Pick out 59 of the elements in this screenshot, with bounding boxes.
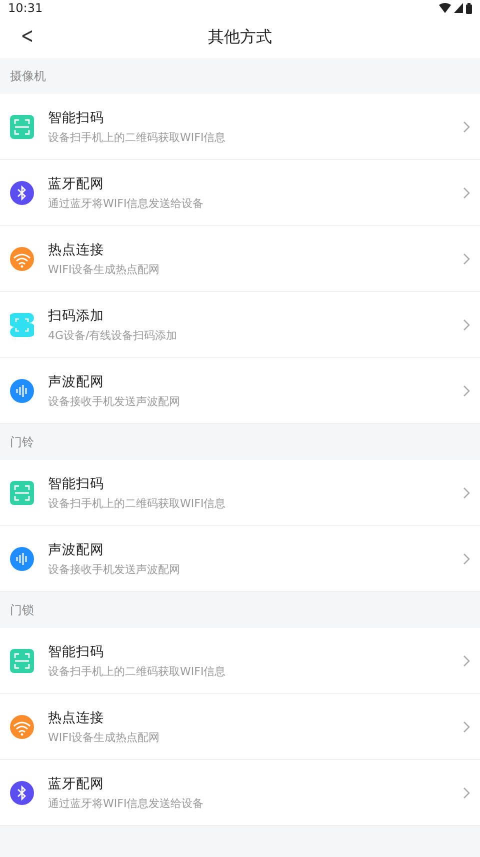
- back-button[interactable]: <: [16, 24, 38, 49]
- wifi-icon: [10, 246, 34, 270]
- method-description: 设备扫手机上的二维码获取WIFI信息: [48, 496, 226, 510]
- section-title: 门铃: [10, 434, 34, 450]
- chevron-right-icon: [463, 120, 470, 132]
- method-description: 设备接收手机发送声波配网: [48, 562, 180, 576]
- status-time: 10:31: [8, 1, 43, 15]
- method-description: 4G设备/有线设备扫码添加: [48, 328, 178, 342]
- method-title: 智能扫码: [48, 642, 104, 660]
- method-description: 通过蓝牙将WIFI信息发送给设备: [48, 796, 204, 810]
- page-title: 其他方式: [208, 26, 272, 48]
- sound-wave-icon: [10, 546, 34, 570]
- chevron-right-icon: [463, 384, 470, 396]
- method-title: 扫码添加: [48, 306, 104, 324]
- battery-icon: [466, 2, 472, 14]
- scan-icon: [10, 114, 34, 138]
- method-description: 设备扫手机上的二维码获取WIFI信息: [48, 130, 226, 144]
- method-description: WIFI设备生成热点配网: [48, 262, 160, 276]
- method-item[interactable]: 声波配网 设备接收手机发送声波配网: [0, 358, 480, 424]
- wifi-icon: [439, 3, 451, 13]
- sound-wave-icon: [10, 378, 34, 402]
- method-item[interactable]: 蓝牙配网 通过蓝牙将WIFI信息发送给设备: [0, 160, 480, 226]
- method-item[interactable]: 智能扫码 设备扫手机上的二维码获取WIFI信息: [0, 628, 480, 694]
- chevron-right-icon: [463, 252, 470, 264]
- chevron-right-icon: [463, 720, 470, 732]
- bluetooth-icon: [10, 180, 34, 204]
- chevron-right-icon: [463, 486, 470, 498]
- method-description: 通过蓝牙将WIFI信息发送给设备: [48, 196, 204, 210]
- method-title: 热点连接: [48, 708, 104, 726]
- chevron-right-icon: [463, 786, 470, 798]
- method-item[interactable]: 热点连接 WIFI设备生成热点配网: [0, 694, 480, 760]
- method-title: 声波配网: [48, 540, 104, 558]
- method-item[interactable]: 扫码添加 4G设备/有线设备扫码添加: [0, 292, 480, 358]
- method-title: 智能扫码: [48, 108, 104, 126]
- signal-icon: [454, 3, 463, 13]
- method-title: 声波配网: [48, 372, 104, 390]
- method-description: WIFI设备生成热点配网: [48, 730, 160, 744]
- method-item[interactable]: 智能扫码 设备扫手机上的二维码获取WIFI信息: [0, 460, 480, 526]
- scan-icon: [10, 312, 34, 336]
- method-description: 设备扫手机上的二维码获取WIFI信息: [48, 664, 226, 678]
- method-description: 设备接收手机发送声波配网: [48, 394, 180, 408]
- chevron-right-icon: [463, 552, 470, 564]
- scan-icon: [10, 480, 34, 504]
- scan-icon: [10, 648, 34, 672]
- method-title: 蓝牙配网: [48, 174, 104, 192]
- method-title: 热点连接: [48, 240, 104, 258]
- method-title: 蓝牙配网: [48, 774, 104, 792]
- section-title: 摄像机: [10, 68, 46, 84]
- chevron-right-icon: [463, 654, 470, 666]
- bluetooth-icon: [10, 780, 34, 804]
- chevron-right-icon: [463, 186, 470, 198]
- method-item[interactable]: 蓝牙配网 通过蓝牙将WIFI信息发送给设备: [0, 760, 480, 826]
- method-item[interactable]: 声波配网 设备接收手机发送声波配网: [0, 526, 480, 592]
- method-title: 智能扫码: [48, 474, 104, 492]
- wifi-icon: [10, 714, 34, 738]
- section-title: 门锁: [10, 602, 34, 618]
- chevron-right-icon: [463, 318, 470, 330]
- method-item[interactable]: 热点连接 WIFI设备生成热点配网: [0, 226, 480, 292]
- method-item[interactable]: 智能扫码 设备扫手机上的二维码获取WIFI信息: [0, 94, 480, 160]
